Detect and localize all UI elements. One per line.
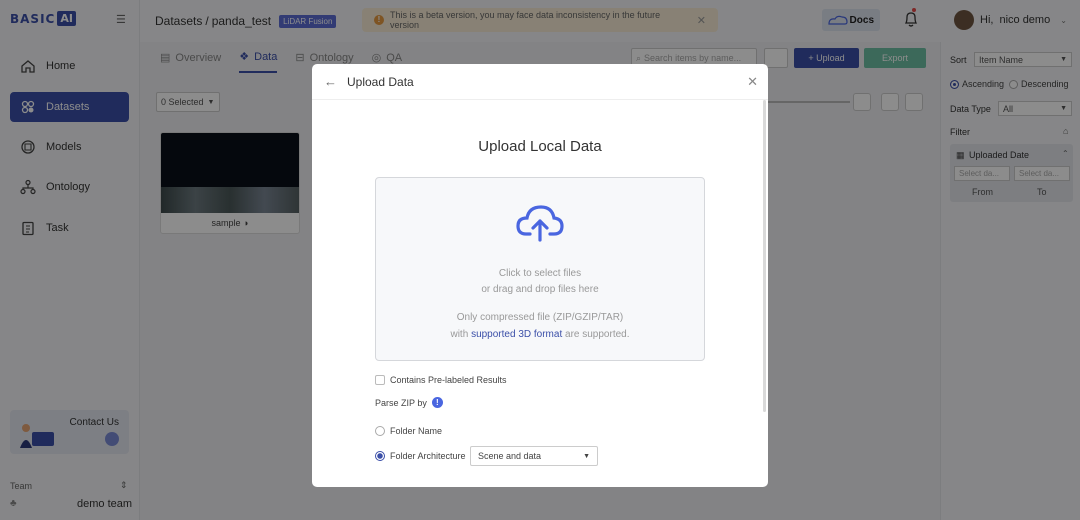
upload-data-modal: ← Upload Data ✕ Upload Local Data Click … (312, 64, 768, 487)
back-arrow-icon[interactable]: ← (324, 74, 337, 89)
supported-format-line: with supported 3D format are supported. (376, 329, 704, 340)
compressed-format-text: Only compressed file (ZIP/GZIP/TAR) (456, 312, 624, 323)
modal-header: ← Upload Data (312, 64, 768, 100)
radio-checked-icon (375, 451, 385, 461)
parse-zip-label: Parse ZIP by ! (375, 397, 443, 408)
cloud-upload-icon (516, 205, 564, 242)
click-to-select-text: Click to select files (498, 268, 582, 279)
folder-name-radio[interactable]: Folder Name (375, 426, 442, 436)
prelabeled-checkbox[interactable]: Contains Pre-labeled Results (375, 375, 507, 385)
architecture-value: Scene and data (478, 451, 542, 461)
folder-architecture-label: Folder Architecture (390, 451, 466, 461)
with-text: with (450, 329, 469, 340)
close-icon[interactable]: ✕ (747, 74, 758, 90)
radio-unchecked-icon (375, 426, 385, 436)
file-dropzone[interactable]: Click to select files or drag and drop f… (375, 177, 705, 361)
modal-scrollbar[interactable] (763, 100, 766, 412)
prelabeled-label: Contains Pre-labeled Results (390, 375, 507, 385)
folder-name-label: Folder Name (390, 426, 443, 436)
upload-heading: Upload Local Data (478, 138, 602, 155)
checkbox-unchecked-icon (375, 375, 385, 385)
folder-architecture-radio[interactable]: Folder Architecture (375, 451, 466, 461)
caret-down-icon: ▼ (583, 452, 590, 460)
architecture-select[interactable]: Scene and data ▼ (470, 446, 598, 466)
drag-drop-text: or drag and drop files here (481, 284, 599, 295)
supported-suffix: are supported. (565, 329, 630, 340)
parse-zip-text: Parse ZIP by (375, 397, 427, 408)
modal-title: Upload Data (347, 74, 414, 89)
info-icon[interactable]: ! (431, 397, 443, 408)
supported-format-link[interactable]: supported 3D format (471, 329, 562, 340)
